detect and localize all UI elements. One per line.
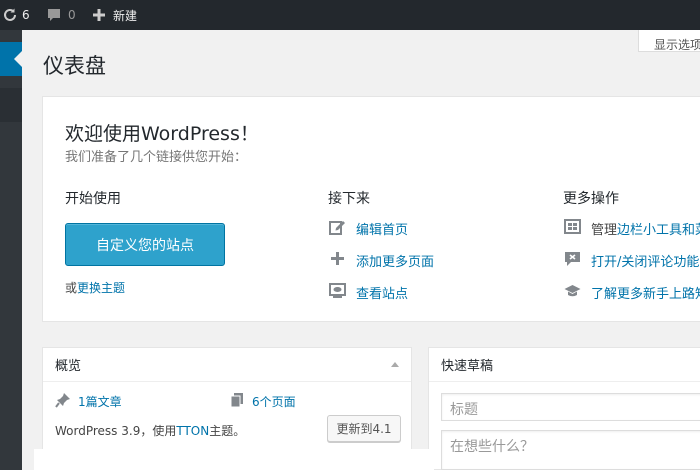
change-theme-line: 或更换主题 [65, 279, 125, 296]
pin-icon [55, 392, 78, 411]
welcome-subtitle: 我们准备了几个链接供您开始： [65, 150, 248, 165]
quick-draft-title: 快速草稿 [441, 359, 494, 374]
or-text: 或 [65, 281, 78, 295]
pages-count-item[interactable]: 6个页面 [229, 392, 296, 411]
admin-menu [0, 30, 22, 470]
collapse-toggle-icon[interactable] [391, 362, 399, 367]
refresh-icon [2, 7, 18, 23]
change-theme-link[interactable]: 更换主题 [77, 281, 125, 295]
page-title: 仪表盘 [43, 54, 106, 78]
updates-menu[interactable]: 6 [2, 0, 30, 30]
welcome-panel: 欢迎使用WordPress！ 我们准备了几个链接供您开始： 开始使用 自定义您的… [42, 96, 700, 322]
learn-more-link[interactable]: 了解更多新手上路知 [591, 283, 700, 302]
quick-draft-widget: 快速草稿 标题 在想些什么？ [428, 347, 700, 470]
next-steps-heading: 接下来 [328, 191, 370, 207]
update-button[interactable]: 更新到4.1 [327, 415, 401, 442]
manage-prefix: 管理 [591, 223, 618, 238]
menu-item[interactable] [0, 88, 22, 122]
posts-count-item[interactable]: 1篇文章 [55, 392, 122, 411]
updates-count: 6 [22, 8, 30, 22]
posts-count-link[interactable]: 1篇文章 [78, 393, 122, 410]
learn-more-action[interactable]: 了解更多新手上路知 [564, 282, 700, 303]
view-site-link[interactable]: 查看站点 [356, 283, 408, 302]
new-label: 新建 [113, 8, 138, 23]
pages-icon [229, 392, 252, 411]
overview-title: 概览 [55, 359, 82, 374]
edit-icon [329, 218, 356, 239]
customize-site-button[interactable]: 自定义您的站点 [65, 223, 225, 266]
view-icon [329, 282, 356, 303]
comment-toggle-icon [564, 250, 591, 271]
widgets-icon [564, 218, 591, 239]
overview-header[interactable]: 概览 [43, 348, 411, 382]
edit-front-page-link[interactable]: 编辑首页 [356, 219, 408, 238]
welcome-title: 欢迎使用WordPress！ [65, 123, 259, 145]
current-arrow [14, 51, 22, 67]
new-content-menu[interactable]: 新建 [92, 0, 137, 30]
quick-draft-header[interactable]: 快速草稿 [429, 348, 700, 382]
manage-widgets-action: 管理 边栏小工具和菜 [564, 218, 700, 239]
theme-link[interactable]: TTON [176, 424, 209, 438]
manage-widgets-link[interactable]: 边栏小工具和菜 [617, 219, 700, 238]
draft-title-input[interactable]: 标题 [441, 393, 700, 421]
view-site-action[interactable]: 查看站点 [329, 282, 408, 303]
get-started-heading: 开始使用 [65, 191, 121, 207]
edit-front-page-action[interactable]: 编辑首页 [329, 218, 408, 239]
graduation-cap-icon [564, 282, 591, 303]
comment-icon [46, 8, 62, 23]
bottom-overlay [34, 449, 434, 470]
plus-icon [92, 8, 106, 22]
toggle-comments-action[interactable]: 打开/关闭评论功能 [564, 250, 699, 271]
add-pages-link[interactable]: 添加更多页面 [356, 251, 434, 270]
version-info: WordPress 3.9，使用TTON主题。 [55, 422, 245, 439]
add-pages-action[interactable]: 添加更多页面 [329, 250, 434, 271]
comments-menu[interactable]: 0 [46, 0, 76, 30]
admin-bar: 6 0 新建 [0, 0, 700, 30]
plus-icon [329, 250, 356, 271]
version-suffix: 主题。 [209, 424, 246, 438]
pages-count-link[interactable]: 6个页面 [252, 393, 296, 410]
comments-count: 0 [68, 8, 76, 22]
draft-content-input[interactable]: 在想些什么？ [441, 430, 700, 470]
more-actions-heading: 更多操作 [563, 191, 619, 207]
version-prefix: WordPress 3.9，使用 [55, 424, 177, 438]
screen-options-button[interactable]: 显示选项 [638, 30, 700, 52]
toggle-comments-link[interactable]: 打开/关闭评论功能 [591, 251, 699, 270]
